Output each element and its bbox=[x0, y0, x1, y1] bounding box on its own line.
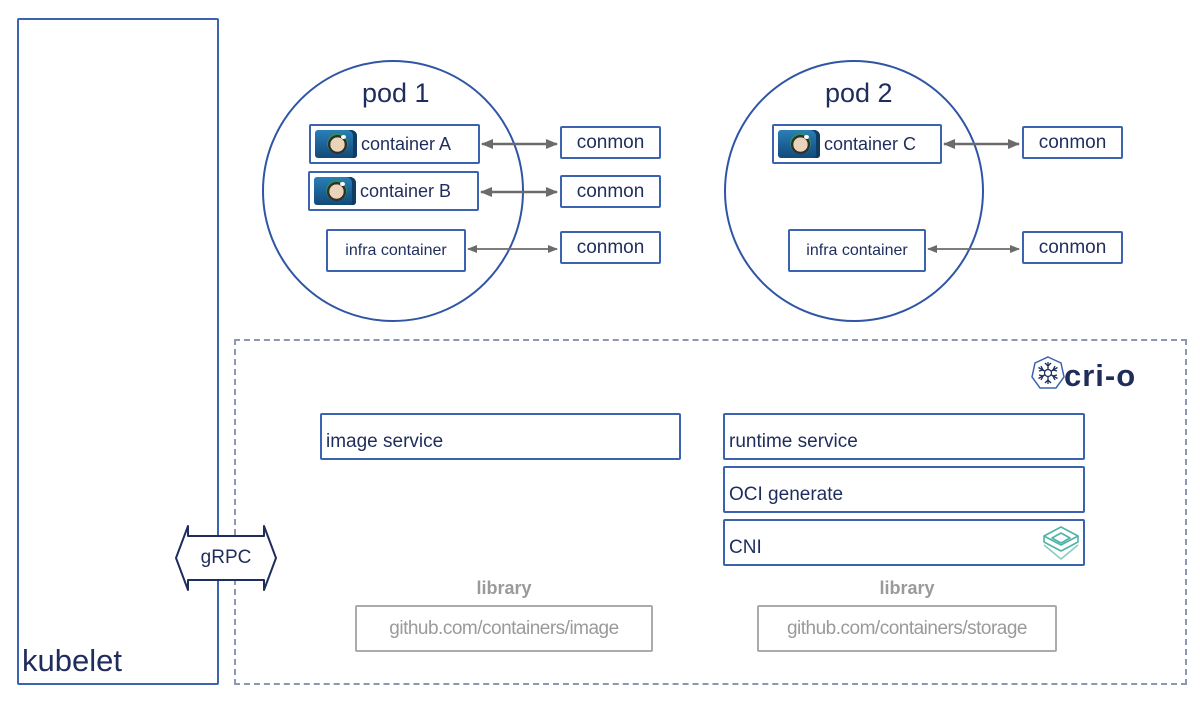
library-name: github.com/containers/image bbox=[389, 617, 619, 639]
library-heading-image: library bbox=[476, 578, 532, 598]
library-heading-storage: library bbox=[879, 578, 935, 598]
runtime-service[interactable]: runtime service bbox=[723, 413, 1085, 460]
image-service[interactable]: image service bbox=[320, 413, 681, 460]
cni-icon bbox=[1043, 526, 1079, 560]
oci-generate[interactable]: OCI generate bbox=[723, 466, 1085, 513]
crio-logo-text: cri-o bbox=[1064, 358, 1137, 393]
runtime-service-label: runtime service bbox=[729, 431, 858, 452]
oci-generate-label: OCI generate bbox=[729, 484, 844, 505]
image-service-label: image service bbox=[326, 431, 444, 452]
library-containers-image[interactable]: github.com/containers/image bbox=[355, 605, 653, 652]
library-name: github.com/containers/storage bbox=[786, 617, 1028, 639]
cni-label: CNI bbox=[729, 537, 762, 558]
library-containers-storage[interactable]: github.com/containers/storage bbox=[757, 605, 1057, 652]
cni[interactable]: CNI bbox=[723, 519, 1085, 566]
snowflake-heptagon-icon bbox=[1031, 356, 1065, 389]
connector-arrows bbox=[467, 139, 1020, 253]
